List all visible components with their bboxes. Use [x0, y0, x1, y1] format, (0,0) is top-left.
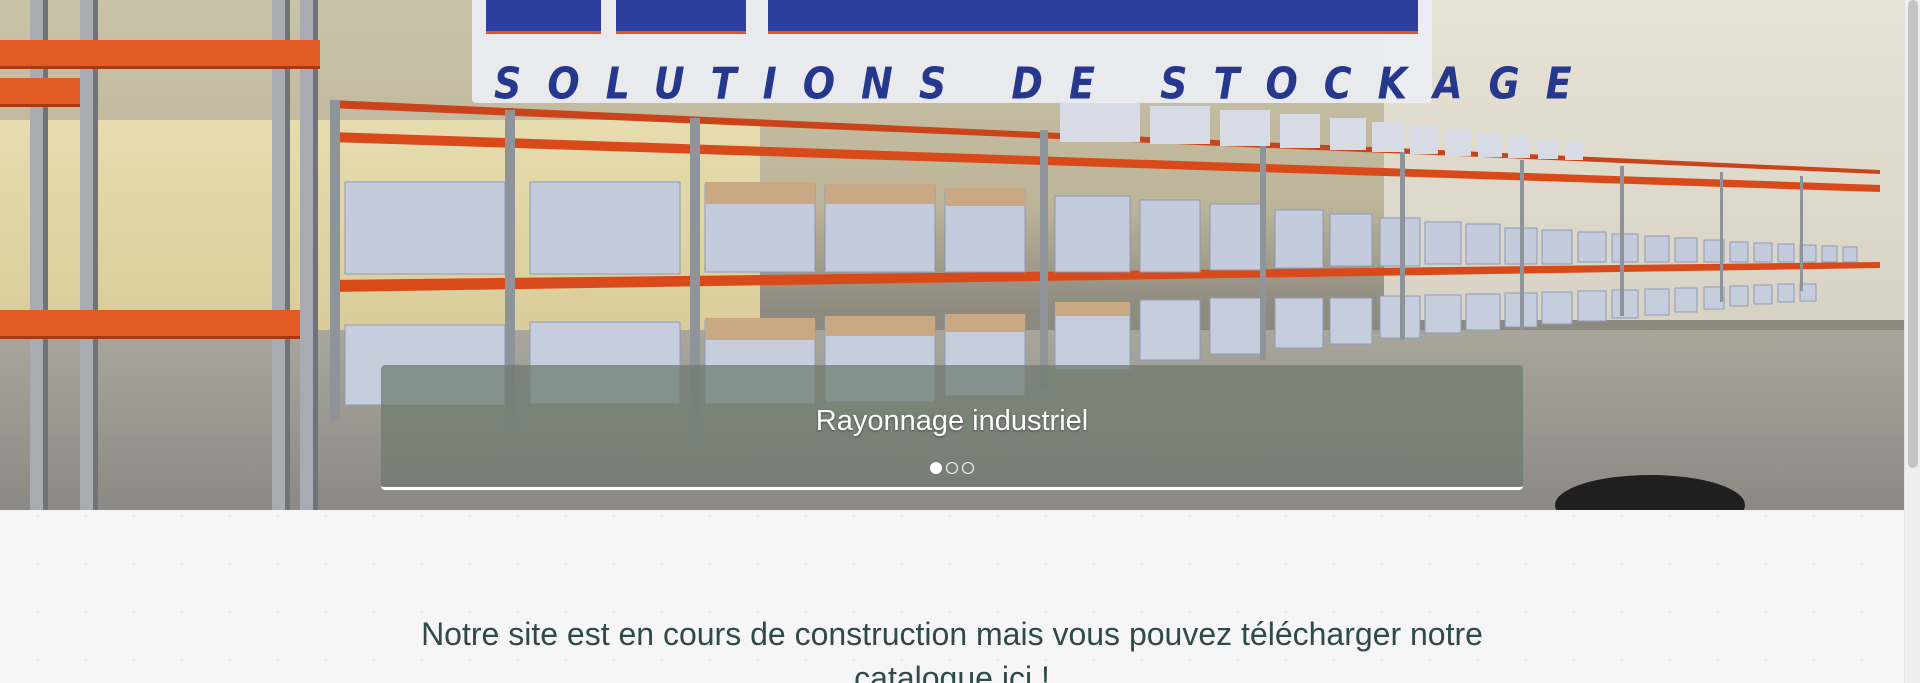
scrollbar-thumb[interactable] [1908, 0, 1918, 468]
slide-caption-title: Rayonnage industriel [815, 405, 1089, 437]
company-logo[interactable] [486, 0, 1418, 34]
page-scrollbar[interactable] [1904, 0, 1920, 683]
carousel-indicator-1[interactable] [930, 462, 942, 474]
carousel-indicator-3[interactable] [962, 462, 974, 474]
hero-slider: SOLUTIONS DE STOCKAGE Rayonnage industri… [0, 0, 1904, 510]
logo-tagline: SOLUTIONS DE STOCKAGE [494, 58, 1598, 109]
main-content: Notre site est en cours de construction … [0, 510, 1904, 683]
carousel-indicators [381, 462, 1523, 474]
intro-text: Notre site est en cours de construction … [421, 616, 1483, 683]
carousel-indicator-2[interactable] [946, 462, 958, 474]
slide-caption: Rayonnage industriel [381, 365, 1523, 490]
foreground-rack [0, 0, 320, 510]
